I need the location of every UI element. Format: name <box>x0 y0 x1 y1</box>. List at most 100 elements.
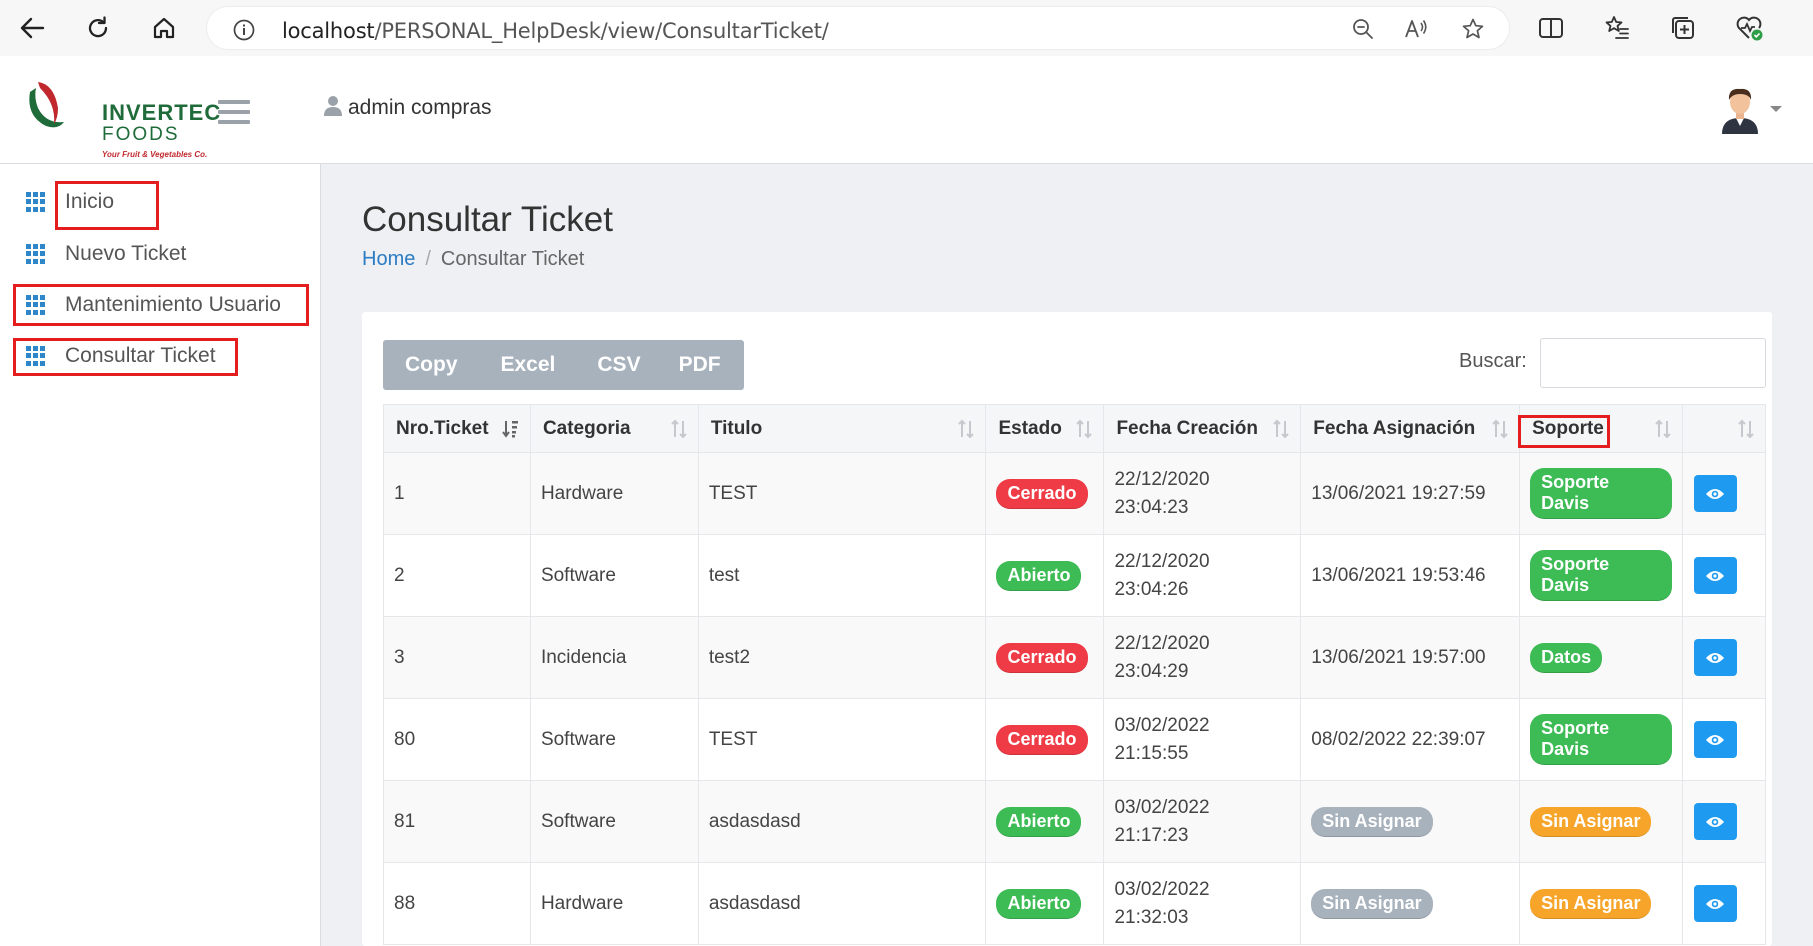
cell-categoria: Software <box>529 698 699 781</box>
user-name: admin compras <box>348 96 492 119</box>
column-header-fecha-creacion[interactable]: Fecha Creación <box>1103 404 1302 453</box>
table-row: 81 Software asdasdasd Abierto 03/02/2022… <box>383 780 1767 863</box>
sort-desc-icon[interactable] <box>502 419 520 439</box>
address-bar[interactable]: localhost/PERSONAL_HelpDesk/view/Consult… <box>206 6 1510 50</box>
url-text[interactable]: localhost/PERSONAL_HelpDesk/view/Consult… <box>282 19 829 43</box>
cell-nro: 1 <box>383 452 531 535</box>
zoom-icon[interactable] <box>1351 17 1375 41</box>
sort-icon[interactable] <box>1654 419 1672 439</box>
excel-button[interactable]: Excel <box>501 353 556 377</box>
column-header-titulo[interactable]: Titulo <box>697 404 987 453</box>
sort-icon[interactable] <box>957 419 975 439</box>
view-ticket-button[interactable] <box>1693 639 1737 676</box>
cell-titulo: asdasdasd <box>697 862 987 945</box>
cell-fecha-asignacion: Sin Asignar <box>1300 780 1521 863</box>
cell-fecha-asignacion: 13/06/2021 19:57:00 <box>1300 616 1521 699</box>
favorite-star-icon[interactable] <box>1461 17 1485 41</box>
unassigned-date-badge: Sin Asignar <box>1311 888 1433 919</box>
invertec-foods-logo[interactable]: INVERTEC FOODS Your Fruit & Vegetables C… <box>24 74 220 159</box>
cell-titulo: TEST <box>697 452 987 535</box>
view-ticket-button[interactable] <box>1693 885 1737 922</box>
current-user: admin compras <box>322 96 492 120</box>
cell-fecha-creacion: 22/12/2020 23:04:29 <box>1103 616 1302 699</box>
cell-titulo: test <box>697 534 987 617</box>
sort-icon[interactable] <box>1075 419 1093 439</box>
cell-categoria: Software <box>529 534 699 617</box>
tickets-table: Nro.Ticket Categoria Titulo Estado Fecha… <box>383 404 1767 945</box>
view-ticket-button[interactable] <box>1693 803 1737 840</box>
table-row: 88 Hardware asdasdasd Abierto 03/02/2022… <box>383 862 1767 945</box>
browser-toolbar: localhost/PERSONAL_HelpDesk/view/Consult… <box>0 0 1813 56</box>
cell-soporte: Soporte Davis <box>1519 452 1683 535</box>
view-ticket-button[interactable] <box>1693 475 1737 512</box>
brand-tagline: Your Fruit & Vegetables Co. <box>102 150 208 159</box>
back-icon[interactable] <box>12 8 52 48</box>
highlight-box <box>13 338 238 376</box>
support-badge: Sin Asignar <box>1530 806 1652 837</box>
status-badge: Cerrado <box>996 478 1088 509</box>
column-header-fecha-asignacion[interactable]: Fecha Asignación <box>1300 404 1521 453</box>
column-header-actions[interactable] <box>1681 404 1767 453</box>
column-header-soporte[interactable]: Soporte <box>1518 404 1683 453</box>
cell-actions <box>1681 452 1767 535</box>
app-header: INVERTEC FOODS Your Fruit & Vegetables C… <box>0 56 1813 164</box>
cell-estado: Abierto <box>985 534 1105 617</box>
status-badge: Cerrado <box>996 642 1088 673</box>
cell-titulo: test2 <box>697 616 987 699</box>
menu-toggle-icon[interactable] <box>218 100 250 124</box>
cell-titulo: asdasdasd <box>697 780 987 863</box>
cell-actions <box>1681 698 1767 781</box>
avatar[interactable] <box>1718 84 1762 134</box>
reload-icon[interactable] <box>78 8 118 48</box>
sidebar-item-label: Nuevo Ticket <box>65 242 187 265</box>
status-badge: Abierto <box>996 806 1082 837</box>
status-badge: Cerrado <box>996 724 1088 755</box>
support-badge: Datos <box>1530 642 1603 673</box>
sort-icon[interactable] <box>1491 419 1509 439</box>
cell-fecha-asignacion: 08/02/2022 22:39:07 <box>1300 698 1521 781</box>
brand-name: INVERTEC <box>102 100 222 125</box>
cell-categoria: Software <box>529 780 699 863</box>
search-input[interactable] <box>1540 338 1766 388</box>
read-aloud-icon[interactable] <box>1403 17 1427 41</box>
browser-essentials-icon[interactable] <box>1735 14 1763 42</box>
view-ticket-button[interactable] <box>1693 721 1737 758</box>
sort-icon[interactable] <box>670 419 688 439</box>
copy-button[interactable]: Copy <box>405 353 458 377</box>
cell-soporte: Datos <box>1519 616 1683 699</box>
cell-soporte: Sin Asignar <box>1519 862 1683 945</box>
breadcrumb-current: Consultar Ticket <box>440 248 585 270</box>
cell-soporte: Sin Asignar <box>1519 780 1683 863</box>
main-content: Consultar Ticket Home / Consultar Ticket C… <box>321 164 1813 946</box>
ticket-card: Copy Excel CSV PDF Buscar: Nro.Ticket Ca… <box>362 312 1772 946</box>
user-icon <box>324 96 342 116</box>
grid-icon <box>26 244 46 264</box>
brand-subname: FOODS <box>102 124 180 145</box>
cell-nro: 3 <box>383 616 531 699</box>
split-screen-icon[interactable] <box>1537 14 1565 42</box>
view-ticket-button[interactable] <box>1693 557 1737 594</box>
pdf-button[interactable]: PDF <box>679 353 721 377</box>
cell-fecha-creacion: 22/12/2020 23:04:23 <box>1103 452 1302 535</box>
sidebar-item-nuevo-ticket[interactable]: Nuevo Ticket <box>26 242 186 266</box>
favorites-icon[interactable] <box>1603 14 1631 42</box>
cell-soporte: Soporte Davis <box>1519 534 1683 617</box>
cell-fecha-creacion: 03/02/2022 21:15:55 <box>1103 698 1302 781</box>
column-header-categoria[interactable]: Categoria <box>529 404 699 453</box>
cell-fecha-creacion: 03/02/2022 21:32:03 <box>1103 862 1302 945</box>
support-badge: Soporte Davis <box>1530 550 1672 601</box>
info-icon[interactable] <box>233 19 255 41</box>
home-icon[interactable] <box>144 8 184 48</box>
csv-button[interactable]: CSV <box>597 353 640 377</box>
cell-nro: 81 <box>383 780 531 863</box>
sort-icon[interactable] <box>1737 419 1755 439</box>
column-header-estado[interactable]: Estado <box>985 404 1105 453</box>
collections-icon[interactable] <box>1669 14 1697 42</box>
eye-icon <box>1706 652 1725 663</box>
breadcrumb-home-link[interactable]: Home <box>362 248 415 270</box>
table-row: 2 Software test Abierto 22/12/2020 23:04:… <box>383 534 1767 617</box>
sort-icon[interactable] <box>1272 419 1290 439</box>
column-header-nro-ticket[interactable]: Nro.Ticket <box>383 404 531 453</box>
table-row: 80 Software TEST Cerrado 03/02/2022 21:15… <box>383 698 1767 781</box>
chevron-down-icon[interactable] <box>1770 106 1782 112</box>
